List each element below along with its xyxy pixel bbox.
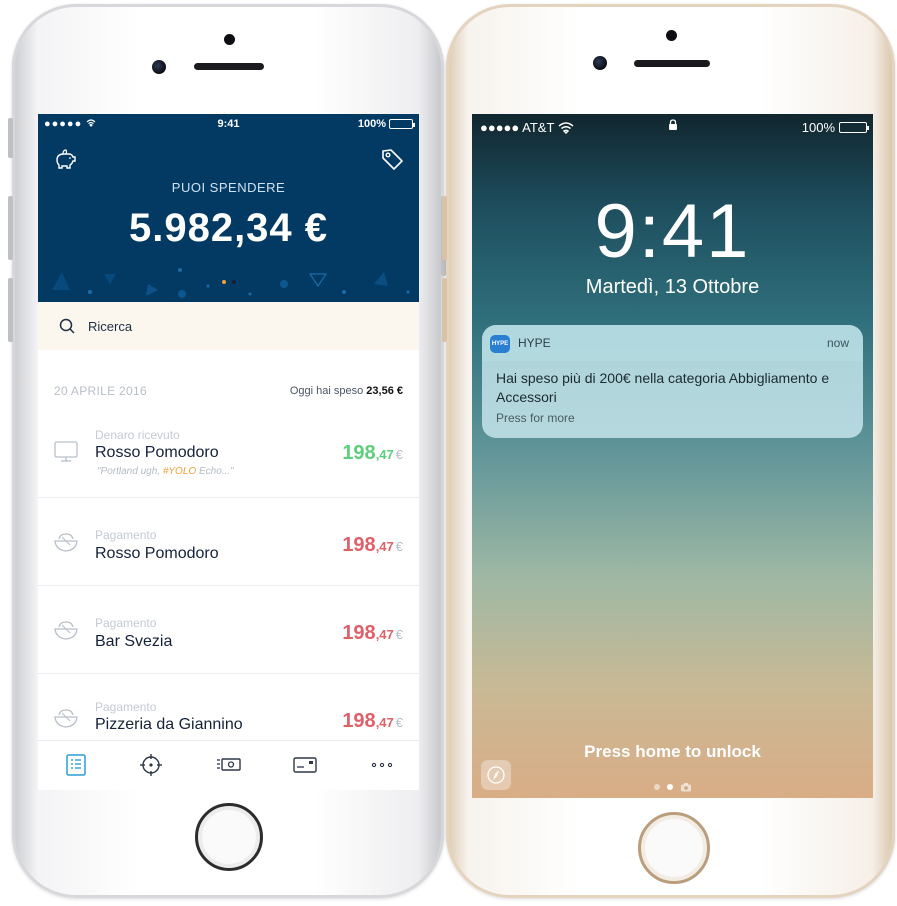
unlock-hint: Press home to unlock bbox=[584, 742, 761, 761]
notification-more-hint: Press for more bbox=[496, 411, 575, 425]
transaction-row[interactable]: Pagamento Bar Svezia 198,47 € bbox=[38, 586, 419, 674]
tab-movements[interactable] bbox=[62, 751, 90, 779]
home-button[interactable] bbox=[195, 803, 263, 871]
page-dot-active[interactable] bbox=[666, 784, 673, 790]
notification-body: Hai speso più di 200€ nella categoria Ab… bbox=[496, 370, 830, 405]
transaction-name: Rosso Pomodoro bbox=[95, 545, 219, 562]
volume-down-button bbox=[442, 278, 447, 342]
battery-indicator: 100% bbox=[801, 120, 869, 135]
page-dot[interactable] bbox=[231, 280, 236, 284]
volume-up-button bbox=[8, 196, 13, 260]
more-icon bbox=[371, 762, 393, 768]
transaction-amount: 198,47 € bbox=[342, 710, 403, 732]
spendable-amount: 5.982,34 € bbox=[128, 206, 329, 250]
food-bowl-icon bbox=[54, 621, 78, 640]
transaction-amount: 198,47 € bbox=[342, 622, 403, 644]
transaction-name: Pizzeria da Giannino bbox=[95, 716, 243, 733]
tab-card[interactable] bbox=[291, 751, 319, 779]
tab-more[interactable] bbox=[368, 751, 396, 779]
spendable-label: PUOI SPENDERE bbox=[171, 180, 286, 195]
status-bar: ●●●●● AT&T 100% bbox=[472, 114, 873, 138]
tag-icon[interactable] bbox=[379, 146, 405, 172]
notification-time: now bbox=[826, 336, 849, 350]
lock-screen: ●●●●● AT&T 100% 9:41 Martedì, 13 Ottobre… bbox=[472, 114, 873, 798]
tab-goals[interactable] bbox=[137, 751, 165, 779]
earpiece-speaker bbox=[194, 63, 264, 70]
spent-today: Oggi hai speso 23,56 € bbox=[290, 385, 403, 397]
piggy-bank-icon[interactable] bbox=[52, 146, 78, 172]
page-dot[interactable] bbox=[653, 784, 660, 790]
mute-switch bbox=[8, 118, 13, 158]
home-button[interactable] bbox=[638, 812, 710, 884]
date-label: 20 APRILE 2016 bbox=[54, 384, 147, 398]
front-camera bbox=[152, 60, 166, 74]
battery-percent: 100% bbox=[357, 118, 386, 130]
search-bar[interactable]: Ricerca bbox=[38, 302, 419, 350]
lock-time: 9:41 bbox=[594, 189, 751, 274]
hashtag: #YOLO bbox=[162, 466, 197, 477]
transaction-row[interactable]: Denaro ricevuto Rosso Pomodoro "Portland… bbox=[38, 410, 419, 498]
notification-app-name: HYPE bbox=[518, 336, 551, 350]
transaction-type: Pagamento bbox=[95, 528, 157, 542]
card-icon bbox=[293, 757, 317, 773]
spent-today-value: 23,56 € bbox=[366, 385, 403, 397]
transaction-amount: 198,47 € bbox=[342, 442, 403, 464]
tab-send-money[interactable] bbox=[215, 751, 243, 779]
date-row: 20 APRILE 2016 Oggi hai speso 23,56 € bbox=[38, 382, 419, 402]
battery-indicator: 100% bbox=[357, 118, 415, 130]
list-icon bbox=[66, 754, 86, 776]
status-bar: ●●●●● 9:41 100% bbox=[38, 114, 419, 134]
transaction-name: Rosso Pomodoro bbox=[95, 444, 219, 461]
notification-card[interactable]: HYPE HYPE now Hai speso più di 200€ nell… bbox=[482, 325, 863, 438]
volume-down-button bbox=[8, 278, 13, 342]
lock-page-dots[interactable] bbox=[472, 782, 873, 792]
app-screen: ●●●●● 9:41 100% PUOI SPENDERE 5.982,34 €… bbox=[38, 114, 419, 790]
battery-icon bbox=[389, 119, 415, 129]
page-dot-active[interactable] bbox=[221, 280, 226, 284]
hype-app-icon: HYPE bbox=[490, 335, 510, 353]
food-bowl-icon bbox=[54, 709, 78, 728]
camera-icon[interactable] bbox=[680, 782, 692, 792]
transaction-type: Pagamento bbox=[95, 700, 157, 714]
balance-header: ●●●●● 9:41 100% PUOI SPENDERE 5.982,34 € bbox=[38, 114, 419, 302]
transaction-type: Pagamento bbox=[95, 616, 157, 630]
volume-up-button bbox=[442, 196, 447, 260]
transaction-row[interactable]: Pagamento Rosso Pomodoro 198,47 € bbox=[38, 498, 419, 586]
transaction-amount: 198,47 € bbox=[342, 534, 403, 556]
proximity-sensor bbox=[666, 30, 677, 41]
food-bowl-icon bbox=[54, 533, 78, 552]
proximity-sensor bbox=[224, 34, 235, 45]
header-page-dots[interactable] bbox=[38, 280, 419, 284]
earpiece-speaker bbox=[634, 60, 710, 67]
spent-today-label: Oggi hai speso bbox=[289, 385, 364, 397]
lock-date: Martedì, 13 Ottobre bbox=[585, 276, 760, 298]
battery-icon bbox=[839, 122, 869, 133]
monitor-icon bbox=[54, 441, 78, 462]
target-icon bbox=[140, 754, 162, 776]
transaction-type: Denaro ricevuto bbox=[95, 428, 180, 442]
search-icon bbox=[59, 318, 75, 334]
transaction-name: Bar Svezia bbox=[95, 633, 173, 650]
notification-header: HYPE HYPE now bbox=[482, 325, 863, 361]
transaction-note: "Portland ugh, #YOLO Echo..." bbox=[97, 466, 234, 477]
battery-percent: 100% bbox=[801, 120, 835, 135]
search-label: Ricerca bbox=[88, 318, 133, 334]
tab-bar bbox=[38, 740, 419, 790]
front-camera bbox=[593, 56, 607, 70]
cash-icon bbox=[217, 758, 241, 771]
